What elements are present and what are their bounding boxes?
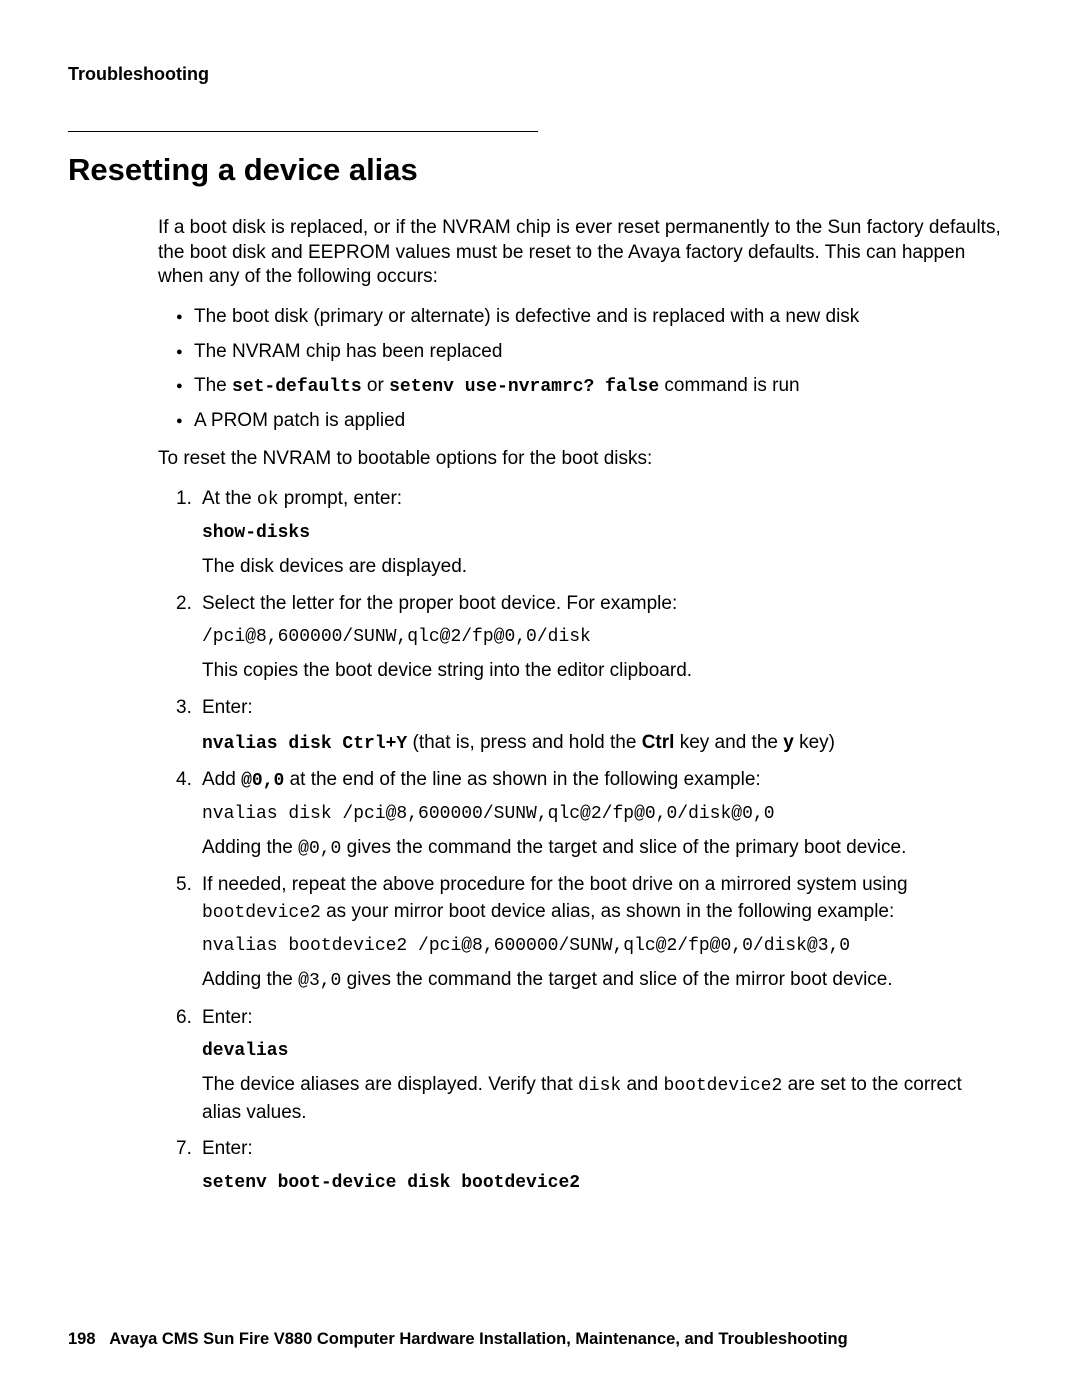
- bullet-item: The NVRAM chip has been replaced: [176, 339, 1002, 366]
- text: or: [362, 375, 389, 396]
- step-result: The device aliases are displayed. Verify…: [202, 1072, 1002, 1126]
- text: and: [621, 1074, 663, 1095]
- section-heading: Resetting a device alias: [68, 152, 1012, 188]
- text: (that is, press and hold the: [407, 732, 641, 753]
- command-line: nvalias disk /pci@8,600000/SUNW,qlc@2/fp…: [202, 802, 1002, 827]
- step-item: 3. Enter: nvalias disk Ctrl+Y (that is, …: [176, 695, 1002, 757]
- step-number: 2.: [176, 591, 192, 618]
- inline-code: ok: [257, 490, 279, 510]
- inline-code: bootdevice2: [663, 1076, 782, 1096]
- text: gives the command the target and slice o…: [341, 969, 892, 990]
- numbered-list: 1. At the ok prompt, enter: show-disks T…: [158, 486, 1002, 1196]
- step-item: 6. Enter: devalias The device aliases ar…: [176, 1005, 1002, 1127]
- inline-command: set-defaults: [232, 377, 362, 397]
- body-content: If a boot disk is replaced, or if the NV…: [158, 216, 1002, 1196]
- bullet-list: The boot disk (primary or alternate) is …: [158, 304, 1002, 435]
- page-footer: 198 Avaya CMS Sun Fire V880 Computer Har…: [68, 1330, 848, 1349]
- command-line: setenv boot-device disk bootdevice2: [202, 1171, 1002, 1196]
- step-item: 4. Add @0,0 at the end of the line as sh…: [176, 767, 1002, 863]
- text: key and the: [674, 732, 783, 753]
- page-number: 198: [68, 1330, 96, 1348]
- text: prompt, enter:: [279, 488, 403, 509]
- text: Enter:: [202, 1007, 253, 1028]
- inline-code: @0,0: [241, 771, 284, 791]
- text: If needed, repeat the above procedure fo…: [202, 874, 908, 895]
- inline-code: @3,0: [298, 971, 341, 991]
- bullet-item: A PROM patch is applied: [176, 408, 1002, 435]
- text: as your mirror boot device alias, as sho…: [321, 901, 894, 922]
- step-item: 2. Select the letter for the proper boot…: [176, 591, 1002, 685]
- text: Enter:: [202, 697, 253, 718]
- command-line: show-disks: [202, 521, 1002, 546]
- text: at the end of the line as shown in the f…: [284, 769, 760, 790]
- step-number: 1.: [176, 486, 192, 513]
- step-result: Adding the @0,0 gives the command the ta…: [202, 835, 1002, 862]
- key-name: y: [783, 732, 794, 753]
- step-number: 7.: [176, 1136, 192, 1163]
- text: Adding the: [202, 969, 298, 990]
- inline-command: setenv use-nvramrc? false: [389, 377, 659, 397]
- step-number: 6.: [176, 1005, 192, 1032]
- step-result: This copies the boot device string into …: [202, 658, 1002, 685]
- inline-command: nvalias disk Ctrl+Y: [202, 734, 407, 754]
- intro-paragraph: If a boot disk is replaced, or if the NV…: [158, 216, 1002, 290]
- device-path: /pci@8,600000/SUNW,qlc@2/fp@0,0/disk: [202, 625, 1002, 650]
- text: Adding the: [202, 837, 298, 858]
- bullet-item: The boot disk (primary or alternate) is …: [176, 304, 1002, 331]
- step-number: 4.: [176, 767, 192, 794]
- step-item: 1. At the ok prompt, enter: show-disks T…: [176, 486, 1002, 581]
- key-name: Ctrl: [642, 732, 675, 753]
- text: command is run: [659, 375, 799, 396]
- step-number: 5.: [176, 872, 192, 899]
- command-line: devalias: [202, 1039, 1002, 1064]
- section-rule: [68, 131, 538, 132]
- text: Enter:: [202, 1138, 253, 1159]
- step-number: 3.: [176, 695, 192, 722]
- lead-in-paragraph: To reset the NVRAM to bootable options f…: [158, 447, 1002, 472]
- text: The: [194, 375, 232, 396]
- inline-code: bootdevice2: [202, 903, 321, 923]
- text: The device aliases are displayed. Verify…: [202, 1074, 578, 1095]
- footer-title: Avaya CMS Sun Fire V880 Computer Hardwar…: [109, 1330, 847, 1348]
- running-header: Troubleshooting: [68, 64, 1012, 85]
- text: Add: [202, 769, 241, 790]
- text: key): [794, 732, 835, 753]
- step-item: 5. If needed, repeat the above procedure…: [176, 872, 1002, 994]
- text: Select the letter for the proper boot de…: [202, 593, 677, 614]
- inline-code: @0,0: [298, 839, 341, 859]
- bullet-item: The set-defaults or setenv use-nvramrc? …: [176, 373, 1002, 400]
- text: At the: [202, 488, 257, 509]
- step-result: The disk devices are displayed.: [202, 554, 1002, 581]
- step-result: Adding the @3,0 gives the command the ta…: [202, 967, 1002, 994]
- inline-code: disk: [578, 1076, 621, 1096]
- command-line: nvalias bootdevice2 /pci@8,600000/SUNW,q…: [202, 934, 1002, 959]
- text: gives the command the target and slice o…: [341, 837, 906, 858]
- step-item: 7. Enter: setenv boot-device disk bootde…: [176, 1136, 1002, 1196]
- step-body: nvalias disk Ctrl+Y (that is, press and …: [202, 730, 1002, 757]
